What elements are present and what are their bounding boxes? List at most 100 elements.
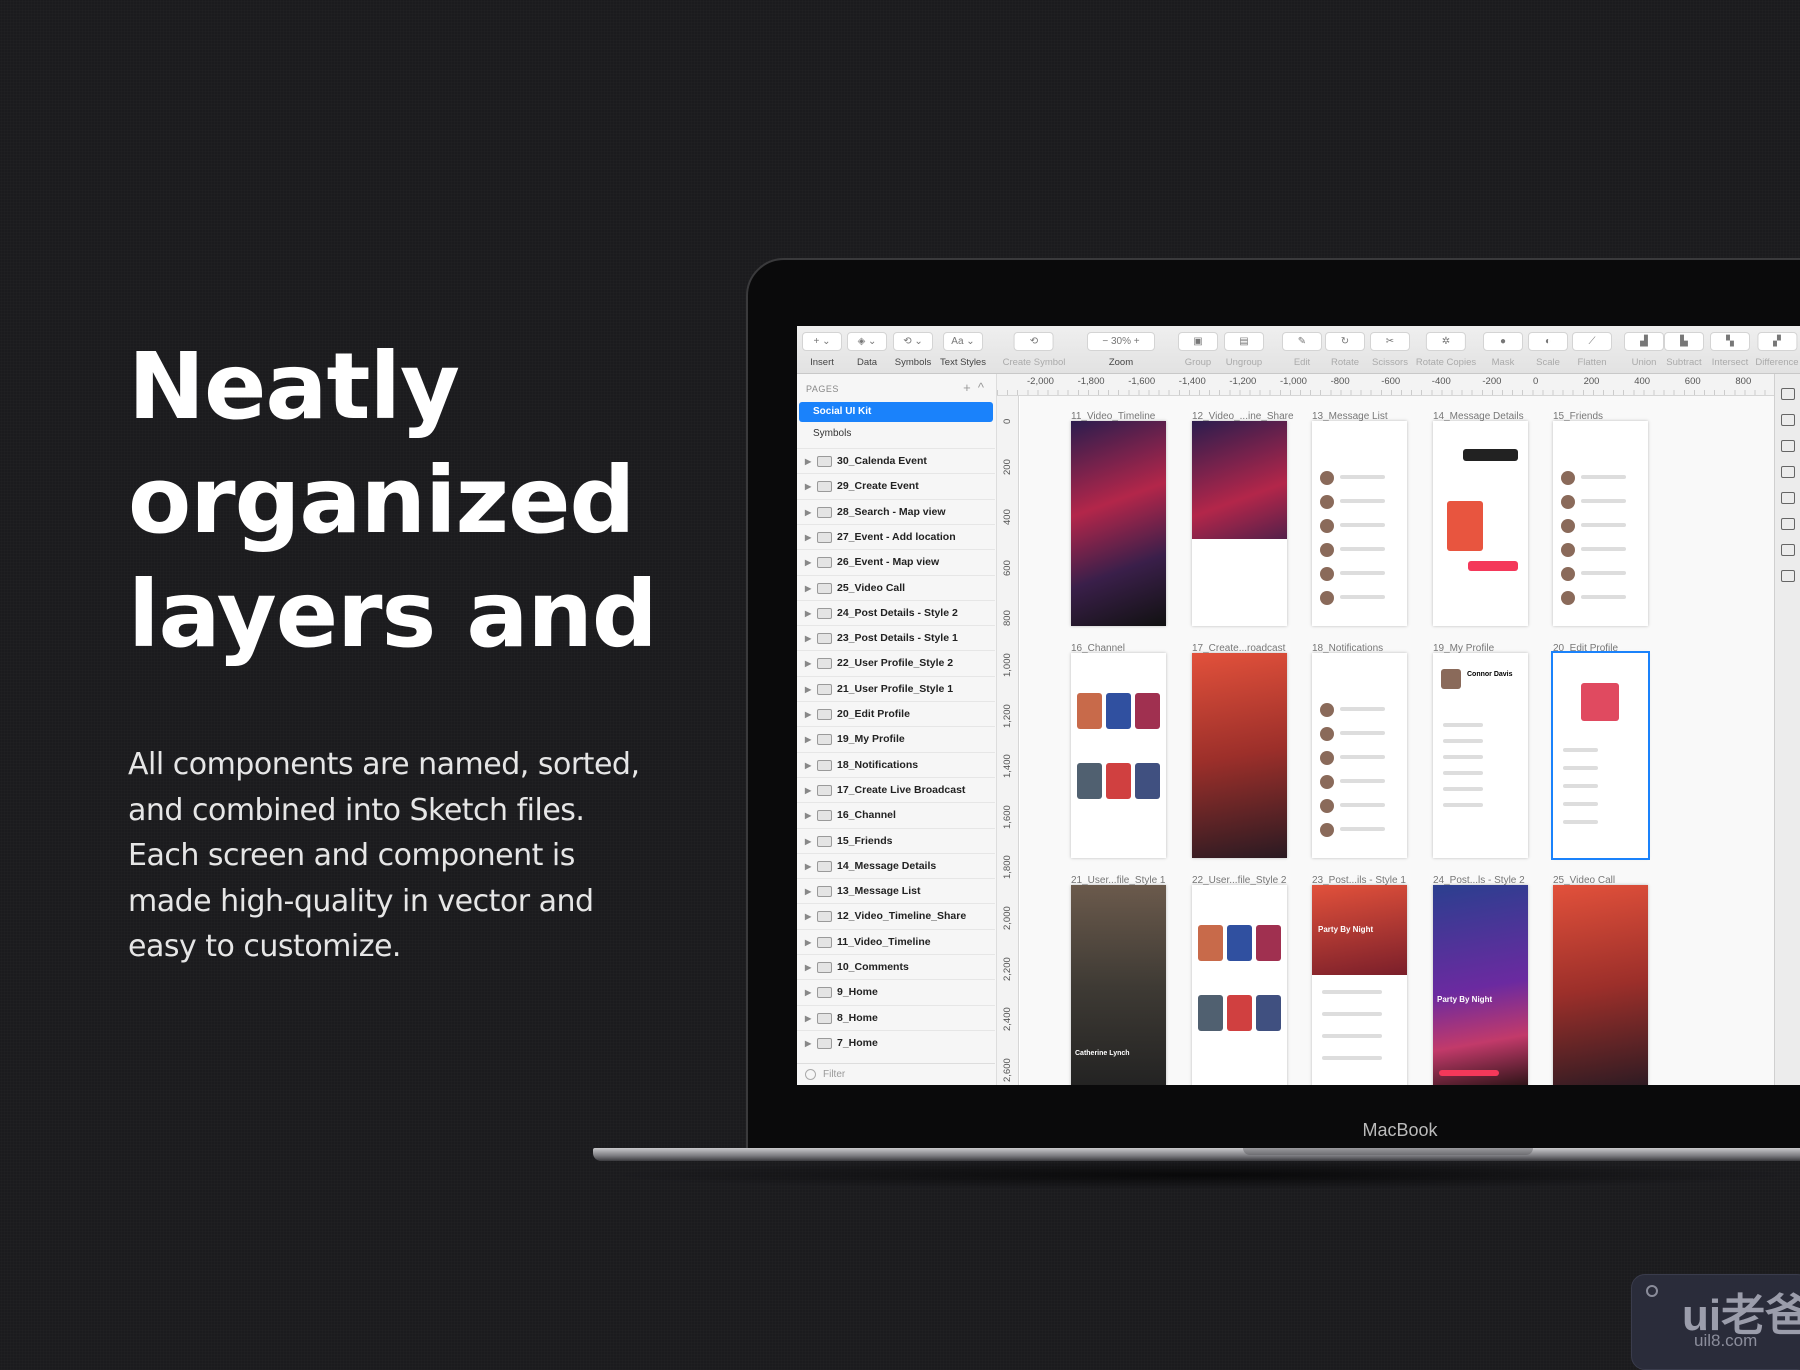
artboard[interactable] [1553,885,1648,1085]
toolbar-union-button[interactable]: ▟ Union [1624,332,1664,368]
artboard[interactable]: Party By Night [1433,885,1528,1085]
disclosure-triangle-icon[interactable]: ▶ [805,955,811,980]
resize-icon[interactable] [1780,544,1795,556]
disclosure-triangle-icon[interactable]: ▶ [805,525,811,550]
grid-icon[interactable] [1780,518,1795,530]
toolbar-flatten-button[interactable]: ⟋ Flatten [1572,332,1612,368]
layer-row[interactable]: ▶ 26_Event - Map view [797,549,995,574]
disclosure-triangle-icon[interactable]: ▶ [805,550,811,575]
layer-row[interactable]: ▶ 10_Comments [797,954,995,979]
disclosure-triangle-icon[interactable]: ▶ [805,576,811,601]
toolbar-symbols-button[interactable]: ⟲ ⌄ Symbols [893,332,933,368]
artboard[interactable] [1553,421,1648,626]
toolbar-ungroup-button[interactable]: ▤ Ungroup [1224,332,1264,368]
artboard[interactable]: Connor Davis [1433,653,1528,858]
disclosure-triangle-icon[interactable]: ▶ [805,879,811,904]
disclosure-triangle-icon[interactable]: ▶ [805,500,811,525]
toolbar-scissors-button[interactable]: ✂ Scissors [1370,332,1410,368]
toolbar-mask-button[interactable]: ● Mask [1483,332,1523,368]
disclosure-triangle-icon[interactable]: ▶ [805,980,811,1005]
toolbar-zoom-button[interactable]: − 30% + Zoom [1087,332,1155,368]
disclosure-triangle-icon[interactable]: ▶ [805,727,811,752]
layer-row[interactable]: ▶ 20_Edit Profile [797,701,995,726]
page-item-symbols[interactable]: Symbols [813,424,851,444]
layer-row[interactable]: ▶ 24_Post Details - Style 2 [797,599,995,626]
layer-row[interactable]: ▶ 30_Calenda Event [797,448,995,473]
layer-row[interactable]: ▶ 29_Create Event [797,473,995,498]
layer-row[interactable]: ▶ 11_Video_Timeline [797,928,995,955]
disclosure-triangle-icon[interactable]: ▶ [805,626,811,651]
layer-row[interactable]: ▶ 19_My Profile [797,726,995,751]
page-item-social-ui-kit[interactable]: Social UI Kit [799,402,993,422]
disclosure-triangle-icon[interactable]: ▶ [805,753,811,778]
layer-row[interactable]: ▶ 25_Video Call [797,574,995,601]
toolbar-create-symbol-button[interactable]: ⟲ Create Symbol [1003,332,1065,368]
artboard[interactable]: Party By Night [1312,885,1407,1085]
disclosure-triangle-icon[interactable]: ▶ [805,1006,811,1031]
disclosure-triangle-icon[interactable]: ▶ [805,474,811,499]
disclosure-triangle-icon[interactable]: ▶ [805,930,811,955]
disclosure-triangle-icon[interactable]: ▶ [805,651,811,676]
vertical-ruler[interactable]: 0 200 400 600 800 1,000 1,200 1,400 1,600 1,800 2,… [997,396,1019,1085]
layer-row[interactable]: ▶ 27_Event - Add location [797,523,995,550]
disclosure-triangle-icon[interactable]: ▶ [805,601,811,626]
bolt-icon[interactable] [1780,440,1795,452]
artboard[interactable] [1071,653,1166,858]
layer-row[interactable]: ▶ 17_Create Live Broadcast [797,776,995,803]
layer-row[interactable]: ▶ 13_Message List [797,878,995,903]
disclosure-triangle-icon[interactable]: ▶ [805,778,811,803]
layer-row[interactable]: ▶ 22_User Profile_Style 2 [797,650,995,675]
filter-input[interactable]: Filter [797,1063,995,1085]
artboard[interactable]: Catherine Lynch [1071,885,1166,1085]
artboard-icon [817,1012,832,1024]
toolbar-text-styles-button[interactable]: Aa ⌄ Text Styles [940,332,986,368]
layer-row[interactable]: ▶ 16_Channel [797,802,995,827]
layer-row[interactable]: ▶ 12_Video_Timeline_Share [797,903,995,928]
disclosure-triangle-icon[interactable]: ▶ [805,702,811,727]
toolbar-edit-button[interactable]: ✎ Edit [1282,332,1322,368]
toolbar-intersect-button[interactable]: ▚ Intersect [1710,332,1750,368]
disclosure-triangle-icon[interactable]: ▶ [805,677,811,702]
toolbar-rotate-copies-button[interactable]: ✲ Rotate Copies [1416,332,1476,368]
toolbar-data-button[interactable]: ◈ ⌄ Data [847,332,887,368]
layer-row[interactable]: ▶ 28_Search - Map view [797,498,995,525]
toolbar-group-button[interactable]: ▣ Group [1178,332,1218,368]
disclosure-triangle-icon[interactable]: ▶ [805,854,811,879]
canvas[interactable]: 11_Video_Timeline 12_Video_...ine_Share 13… [1020,396,1774,1085]
disclosure-triangle-icon[interactable]: ▶ [805,1031,811,1056]
artboard[interactable] [1192,885,1287,1085]
artboard[interactable] [1192,653,1287,858]
hexagon-icon[interactable] [1780,466,1795,478]
layer-row[interactable]: ▶ 18_Notifications [797,751,995,778]
layer-row[interactable]: ▶ 9_Home [797,979,995,1004]
layer-row[interactable]: ▶ 15_Friends [797,827,995,854]
text-icon[interactable] [1780,570,1795,582]
layer-row[interactable]: ▶ 7_Home [797,1029,995,1056]
disclosure-triangle-icon[interactable]: ▶ [805,803,811,828]
toolbar-difference-button[interactable]: ▞ Difference [1755,332,1799,368]
toolbar-subtract-button[interactable]: ▙ Subtract [1664,332,1704,368]
horizontal-ruler[interactable]: -2,000 -1,800 -1,600 -1,400 -1,200 -1,000 -800… [997,374,1797,396]
disclosure-triangle-icon[interactable]: ▶ [805,449,811,474]
artboard[interactable] [1551,651,1650,860]
layer-row[interactable]: ▶ 8_Home [797,1004,995,1031]
toolbar-scale-button[interactable]: ◐ Scale [1528,332,1568,368]
layer-row[interactable]: ▶ 23_Post Details - Style 1 [797,625,995,650]
layer-row[interactable]: ▶ 14_Message Details [797,852,995,879]
layer-row[interactable]: ▶ 21_User Profile_Style 1 [797,675,995,702]
headline-line: Neatly [128,333,460,440]
add-page-button[interactable]: + [963,380,971,395]
collapse-pages-button[interactable]: ^ [978,380,984,395]
artboard[interactable] [1312,653,1407,858]
disclosure-triangle-icon[interactable]: ▶ [805,829,811,854]
artboard[interactable] [1071,421,1166,626]
export-icon[interactable] [1780,388,1795,400]
disclosure-triangle-icon[interactable]: ▶ [805,904,811,929]
play-icon[interactable] [1780,414,1795,426]
artboard[interactable] [1433,421,1528,626]
artboard[interactable] [1312,421,1407,626]
artboard[interactable] [1192,421,1287,626]
toolbar-insert-button[interactable]: + ⌄ Insert [802,332,842,368]
list-icon[interactable] [1780,492,1795,504]
toolbar-rotate-button[interactable]: ↻ Rotate [1325,332,1365,368]
